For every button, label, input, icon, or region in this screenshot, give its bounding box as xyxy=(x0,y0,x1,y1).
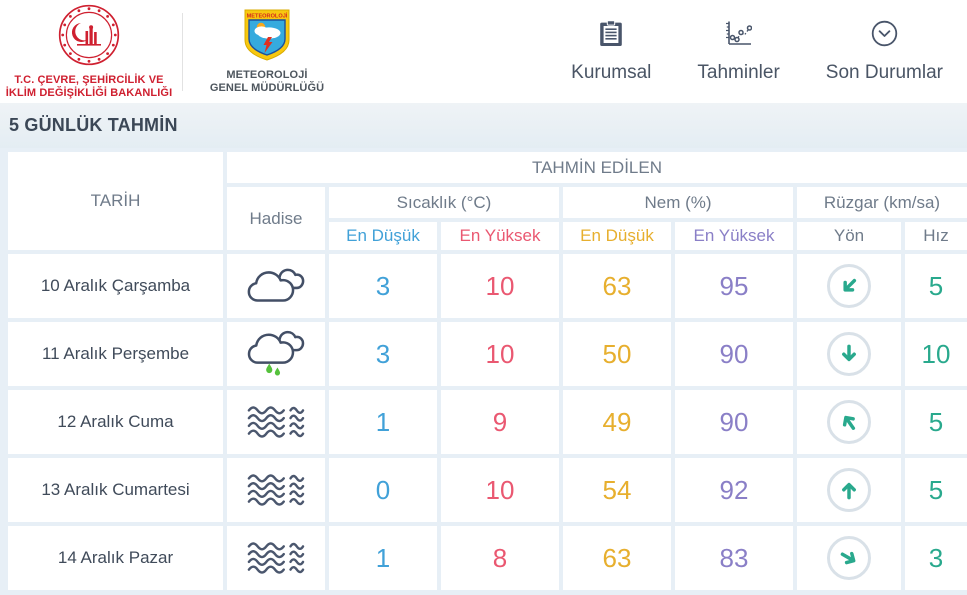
mgm-shield-label: METEOROLOJİ xyxy=(247,12,288,19)
col-header-event: Hadise xyxy=(227,187,325,250)
mgm-logo[interactable]: METEOROLOJİ METEOROLOJİ GENEL MÜDÜRLÜĞÜ xyxy=(191,9,343,95)
wind-speed-value: 5 xyxy=(905,390,967,454)
ministry-logo-line2: İKLİM DEĞİŞİKLİĞİ BAKANLIĞI xyxy=(5,86,173,99)
circle-chevron-down-icon xyxy=(871,20,898,53)
hum-min-value: 63 xyxy=(563,254,671,318)
hum-max-value: 92 xyxy=(675,458,793,522)
temp-min-value: 3 xyxy=(329,254,437,318)
hum-max-value: 90 xyxy=(675,322,793,386)
col-header-predicted: TAHMİN EDİLEN xyxy=(227,152,967,183)
weather-fog-icon xyxy=(227,458,325,522)
weather-cloudy-icon xyxy=(227,254,325,318)
temp-max-value: 8 xyxy=(441,526,559,590)
wind-dir-cell xyxy=(797,526,901,590)
col-header-wind-speed: Hız xyxy=(905,222,967,250)
col-header-hum-max: En Yüksek xyxy=(675,222,793,250)
wind-arrow-southeast-icon xyxy=(827,536,871,580)
mgm-shield-icon: METEOROLOJİ xyxy=(244,9,290,66)
line-chart-icon xyxy=(725,20,753,53)
mgm-logo-text: METEOROLOJİ GENEL MÜDÜRLÜĞÜ xyxy=(210,69,324,95)
col-header-wind: Rüzgar (km/sa) xyxy=(797,187,967,218)
nav-item-tahminler[interactable]: Tahminler xyxy=(697,20,780,84)
row-date: 14 Aralık Pazar xyxy=(8,526,223,590)
temp-min-value: 1 xyxy=(329,526,437,590)
section-title-bar: 5 GÜNLÜK TAHMİN xyxy=(0,103,967,148)
forecast-table: TARİH TAHMİN EDİLEN Hadise Sıcaklık (°C)… xyxy=(8,152,967,590)
page-title: 5 GÜNLÜK TAHMİN xyxy=(9,115,178,135)
wind-dir-cell xyxy=(797,254,901,318)
hum-min-value: 54 xyxy=(563,458,671,522)
nav-item-kurumsal[interactable]: Kurumsal xyxy=(571,19,652,84)
col-header-temp-min: En Düşük xyxy=(329,222,437,250)
nav-label: Kurumsal xyxy=(571,61,652,83)
wind-speed-value: 10 xyxy=(905,322,967,386)
ministry-logo-text: T.C. ÇEVRE, ŞEHİRCİLİK VE İKLİM DEĞİŞİKL… xyxy=(6,74,172,100)
nav-label: Son Durumlar xyxy=(825,61,943,83)
logo-divider xyxy=(182,12,183,91)
top-header: T.C. ÇEVRE, ŞEHİRCİLİK VE İKLİM DEĞİŞİKL… xyxy=(0,0,967,103)
weather-rainy-icon xyxy=(227,322,325,386)
hum-max-value: 90 xyxy=(675,390,793,454)
wind-dir-cell xyxy=(797,390,901,454)
temp-max-value: 10 xyxy=(441,458,559,522)
mgm-logo-line1: METEOROLOJİ xyxy=(226,68,308,81)
wind-dir-cell xyxy=(797,322,901,386)
temp-min-value: 0 xyxy=(329,458,437,522)
wind-arrow-north-northwest-icon xyxy=(827,400,871,444)
wind-speed-value: 3 xyxy=(905,526,967,590)
hum-min-value: 50 xyxy=(563,322,671,386)
row-date: 12 Aralık Cuma xyxy=(8,390,223,454)
forecast-section: TARİH TAHMİN EDİLEN Hadise Sıcaklık (°C)… xyxy=(0,148,967,595)
hum-min-value: 49 xyxy=(563,390,671,454)
mgm-logo-line2: GENEL MÜDÜRLÜĞÜ xyxy=(209,81,325,94)
temp-max-value: 9 xyxy=(441,390,559,454)
wind-dir-cell xyxy=(797,458,901,522)
logo-group: T.C. ÇEVRE, ŞEHİRCİLİK VE İKLİM DEĞİŞİKL… xyxy=(4,4,343,100)
row-date: 13 Aralık Cumartesi xyxy=(8,458,223,522)
clipboard-icon xyxy=(599,19,623,53)
temp-max-value: 10 xyxy=(441,254,559,318)
col-header-temp-max: En Yüksek xyxy=(441,222,559,250)
wind-speed-value: 5 xyxy=(905,254,967,318)
weather-fog-icon xyxy=(227,526,325,590)
weather-fog-icon xyxy=(227,390,325,454)
ministry-logo-line1: T.C. ÇEVRE, ŞEHİRCİLİK VE xyxy=(14,73,164,86)
nav-label: Tahminler xyxy=(697,61,780,83)
nav-item-son-durumlar[interactable]: Son Durumlar xyxy=(826,20,943,84)
hum-max-value: 83 xyxy=(675,526,793,590)
row-date: 10 Aralık Çarşamba xyxy=(8,254,223,318)
col-header-date: TARİH xyxy=(8,152,223,250)
wind-arrow-north-icon xyxy=(827,468,871,512)
wind-arrow-south-icon xyxy=(827,332,871,376)
ministry-logo[interactable]: T.C. ÇEVRE, ŞEHİRCİLİK VE İKLİM DEĞİŞİKL… xyxy=(4,4,174,100)
hum-min-value: 63 xyxy=(563,526,671,590)
wind-arrow-southwest-icon xyxy=(827,264,871,308)
col-header-hum-min: En Düşük xyxy=(563,222,671,250)
col-header-temperature: Sıcaklık (°C) xyxy=(329,187,559,218)
temp-max-value: 10 xyxy=(441,322,559,386)
wind-speed-value: 5 xyxy=(905,458,967,522)
temp-min-value: 1 xyxy=(329,390,437,454)
hum-max-value: 95 xyxy=(675,254,793,318)
col-header-humidity: Nem (%) xyxy=(563,187,793,218)
col-header-wind-dir: Yön xyxy=(797,222,901,250)
temp-min-value: 3 xyxy=(329,322,437,386)
main-nav: Kurumsal Tahminler Son Durumlar xyxy=(571,19,943,84)
ministry-emblem-icon xyxy=(58,4,120,71)
row-date: 11 Aralık Perşembe xyxy=(8,322,223,386)
